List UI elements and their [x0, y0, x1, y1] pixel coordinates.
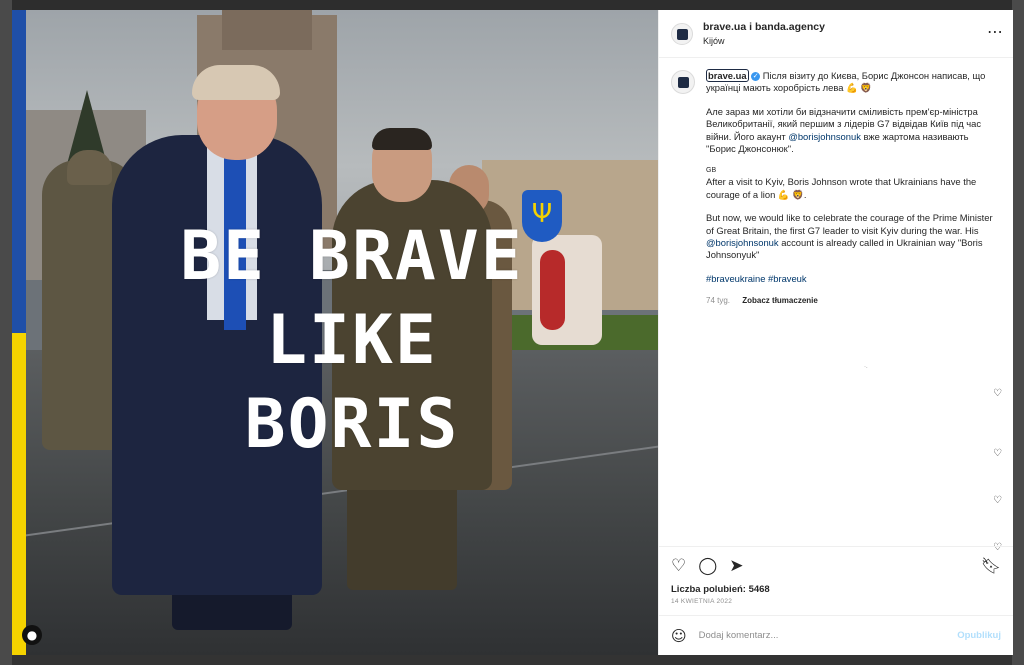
avatar-image [677, 28, 688, 40]
emoji-icon[interactable]: ☺ [671, 627, 687, 645]
post-side-panel: brave.ua i banda.agency Kijów ⋯ brave.ua… [658, 10, 1013, 655]
zelensky-hair [372, 128, 432, 150]
send-icon[interactable]: ➤ [729, 556, 743, 576]
caption: brave.ua ✓ Після візиту до Києва, Борис … [671, 69, 1001, 308]
caption-username[interactable]: brave.ua [706, 69, 749, 82]
slogan-line-1: BE BRAVE [180, 217, 524, 296]
header-text: brave.ua i banda.agency Kijów [703, 21, 825, 46]
post-modal: Ψ BE BRAVE LIKE BORIS ● brave.ua i banda… [12, 10, 1013, 655]
comment-like-icon[interactable]: ♡ [993, 495, 1003, 506]
flag-stripe-yellow [12, 333, 26, 655]
comment-like-icon[interactable]: ♡ [993, 388, 1003, 399]
avatar-image [678, 77, 689, 88]
post-location[interactable]: Kijów [703, 36, 825, 46]
add-comment-bar: ☺ Opublikuj [659, 615, 1013, 655]
post-date: 14 KWIETNIA 2022 [671, 598, 733, 605]
caption-body: brave.ua ✓ Після візиту до Києва, Борис … [706, 69, 996, 308]
user-tag-icon[interactable]: ● [22, 625, 42, 645]
slogan-line-2: LIKE [266, 301, 438, 380]
flag-stripe-blue [12, 10, 26, 333]
caption-avatar[interactable] [671, 70, 695, 94]
caption-meta: 74 tyg. Zobacz tłumaczenie [706, 295, 996, 307]
bookmark-icon[interactable]: 🔖︎ [981, 556, 1001, 575]
action-bar: ♡ ◯ ➤ 🔖︎ [659, 546, 1013, 584]
post-authors[interactable]: brave.ua i banda.agency [703, 21, 825, 33]
gb-label: GB [706, 167, 717, 175]
background-right [1012, 0, 1024, 665]
building-tower-top [222, 10, 312, 50]
caption-en-para-2: But now, we would like to celebrate the … [706, 212, 996, 262]
comments-area: brave.ua ✓ Після візиту до Києва, Борис … [659, 58, 1013, 553]
caption-en-para2-text: But now, we would like to celebrate the … [706, 212, 993, 236]
soldier-helmet [67, 150, 112, 185]
mention-link[interactable]: @borisjohnsonuk [788, 131, 861, 142]
comment-like-icon[interactable]: ♡ [993, 448, 1003, 459]
boris-hair [192, 65, 280, 100]
loading-spinner-icon: ·. [864, 364, 868, 370]
hashtags[interactable]: #braveukraine #braveuk [706, 273, 996, 285]
background-left [0, 0, 12, 665]
comment-icon[interactable]: ◯ [698, 556, 717, 576]
likes-count[interactable]: Liczba polubień: 5468 [659, 584, 1013, 595]
image-slogan: BE BRAVE LIKE BORIS [172, 215, 532, 467]
more-horizontal-icon[interactable]: ⋯ [987, 24, 1003, 40]
post-image[interactable]: Ψ BE BRAVE LIKE BORIS ● [12, 10, 658, 655]
see-translation-button[interactable]: Zobacz tłumaczenie [742, 296, 818, 305]
publish-button[interactable]: Opublikuj [957, 630, 1001, 641]
verified-badge-icon: ✓ [751, 72, 761, 82]
post-age: 74 tyg. [706, 296, 731, 306]
post-header: brave.ua i banda.agency Kijów ⋯ [659, 10, 1013, 58]
mention-link[interactable]: @borisjohnsonuk [706, 237, 779, 248]
heart-sign-red [540, 250, 565, 330]
avatar[interactable] [671, 22, 693, 45]
caption-en-para-1: After a visit to Kyiv, Boris Johnson wro… [706, 176, 977, 200]
comment-input[interactable] [698, 630, 919, 641]
background-bottom [0, 655, 1024, 665]
caption-para-2: Але зараз ми хотіли би відзначити смілив… [706, 106, 996, 156]
background-top [0, 0, 1024, 10]
heart-icon[interactable]: ♡ [671, 556, 686, 576]
trident-icon: Ψ [531, 199, 553, 229]
slogan-line-3: BORIS [244, 385, 460, 464]
caption-para-1: brave.ua ✓ Після візиту до Києва, Борис … [706, 69, 996, 95]
